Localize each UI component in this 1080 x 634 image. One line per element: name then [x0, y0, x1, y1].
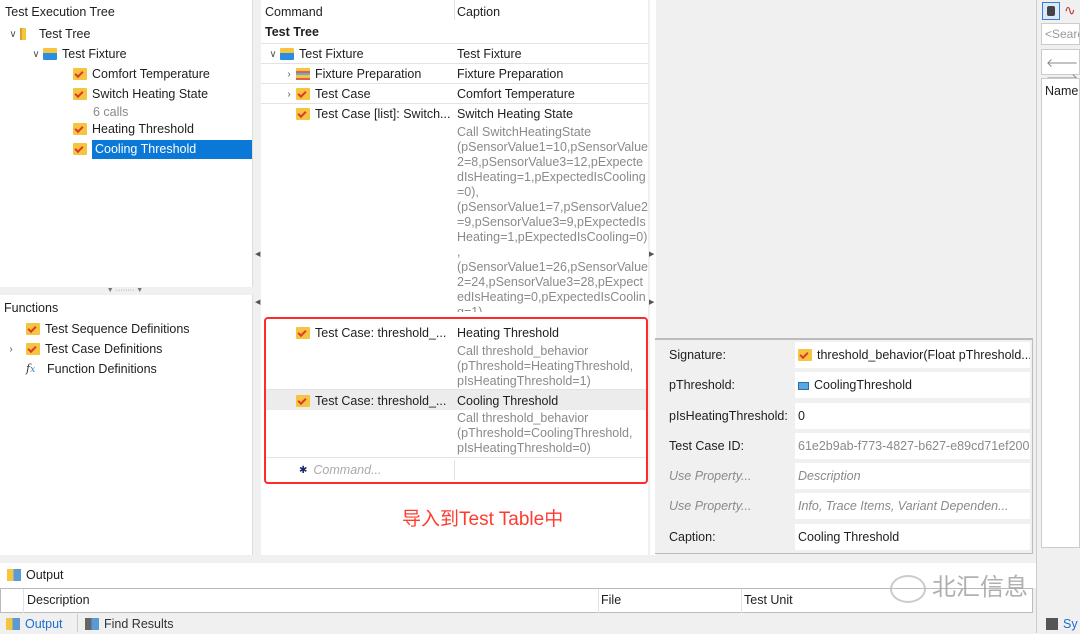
- output-title: Output: [26, 568, 64, 582]
- property-pisheatingthreshold: pIsHeatingThreshold: 0: [658, 402, 1030, 430]
- output-grid-header: Description File Test Unit: [0, 588, 1033, 613]
- execution-tree-title: Test Execution Tree: [5, 5, 115, 19]
- column-header-test-unit[interactable]: Test Unit: [744, 593, 793, 607]
- functions-item-test-sequence[interactable]: Test Sequence Definitions: [26, 319, 190, 339]
- test-case-list-icon: [296, 108, 310, 120]
- chevron-right-icon[interactable]: ›: [282, 69, 296, 80]
- wechat-icon: [890, 574, 926, 603]
- table-row-test-case[interactable]: › Test Case: [282, 84, 370, 104]
- caption-cell[interactable]: Fixture Preparation: [457, 64, 563, 84]
- chevron-right-icon[interactable]: ›: [4, 344, 18, 355]
- function-icon: fx: [26, 362, 36, 375]
- search-input[interactable]: <Search: [1041, 23, 1080, 45]
- property-caption: Caption: Cooling Threshold: [658, 523, 1030, 551]
- annotation-text: 导入到Test Table中: [402, 509, 564, 530]
- property-use-description: Use Property... Description: [658, 462, 1030, 490]
- functions-item-function-definitions[interactable]: fx Function Definitions: [26, 359, 157, 379]
- splitter-arrow-icon[interactable]: ◀: [255, 298, 260, 306]
- caption-cell[interactable]: Comfort Temperature: [457, 84, 575, 104]
- output-icon: [6, 618, 20, 630]
- fixture-preparation-icon: [296, 68, 310, 80]
- property-test-case-id: Test Case ID: 61e2b9ab-f773-4827-b627-e8…: [658, 432, 1030, 460]
- output-title-bar: Output: [0, 563, 1036, 588]
- table-row-test-fixture[interactable]: ∨ Test Fixture: [266, 44, 363, 64]
- table-row-test-case-list[interactable]: Test Case [list]: Switch...: [296, 104, 450, 124]
- tab-find-results[interactable]: Find Results: [85, 614, 173, 634]
- test-sequence-icon: [26, 323, 40, 335]
- functions-title: Functions: [4, 301, 59, 315]
- test-tree-icon: [20, 28, 34, 40]
- variable-icon: [798, 382, 809, 390]
- caption-cell[interactable]: Switch Heating State: [457, 104, 573, 124]
- chevron-down-icon[interactable]: ∨: [29, 49, 43, 60]
- tree-item-cooling-threshold[interactable]: Cooling Threshold: [73, 139, 252, 159]
- tree-item-comfort-temperature[interactable]: Comfort Temperature: [73, 64, 210, 84]
- splitter-handle[interactable]: ▼ ········ ▼: [95, 287, 155, 295]
- system-icon: [1046, 618, 1058, 630]
- tab-system[interactable]: Sy: [1046, 614, 1078, 634]
- name-column-header[interactable]: Name: [1041, 78, 1080, 548]
- chevron-down-icon[interactable]: ∨: [6, 29, 20, 40]
- test-case-icon: [73, 143, 87, 155]
- test-case-icon: [73, 68, 87, 80]
- tree-item-switch-heating-state[interactable]: Switch Heating State: [73, 84, 208, 104]
- caption-cell[interactable]: Test Fixture: [457, 44, 522, 64]
- column-header-caption[interactable]: Caption: [457, 5, 500, 19]
- tree-item-test-fixture[interactable]: ∨ Test Fixture: [29, 44, 126, 64]
- test-case-icon: [73, 123, 87, 135]
- table-row-fixture-preparation[interactable]: › Fixture Preparation: [282, 64, 421, 84]
- signal-icon[interactable]: ∿: [1064, 2, 1076, 19]
- tree-item-heating-threshold[interactable]: Heating Threshold: [73, 119, 194, 139]
- back-arrow-icon: 🡐: [1046, 56, 1079, 70]
- splitter-arrow-icon[interactable]: ▶: [649, 250, 654, 258]
- watermark: 北汇信息: [890, 567, 1028, 603]
- tree-item-test-tree[interactable]: ∨ Test Tree: [6, 24, 90, 44]
- group-title: Test Tree: [265, 25, 319, 39]
- splitter-arrow-icon[interactable]: ▶: [649, 298, 654, 306]
- column-header-file[interactable]: File: [601, 593, 621, 607]
- test-case-list-icon: [73, 88, 87, 100]
- property-use-info: Use Property... Info, Trace Items, Varia…: [658, 492, 1030, 520]
- property-signature: Signature: threshold_behavior(Float pThr…: [658, 341, 1030, 369]
- chevron-right-icon[interactable]: ›: [282, 89, 296, 100]
- test-fixture-icon: [43, 48, 57, 60]
- chevron-down-icon[interactable]: ∨: [266, 49, 280, 60]
- binoculars-icon: [85, 618, 99, 630]
- test-case-icon: [296, 88, 310, 100]
- database-icon[interactable]: [1042, 2, 1060, 20]
- execution-tree-panel: Test Execution Tree ∨ Test Tree ∨ Test F…: [0, 0, 253, 287]
- splitter-arrow-icon[interactable]: ◀: [255, 250, 260, 258]
- functions-panel: Functions Test Sequence Definitions › Te…: [0, 295, 253, 555]
- column-header-description[interactable]: Description: [27, 593, 90, 607]
- row-description: Call SwitchHeatingState (pSensorValue1=10…: [457, 125, 648, 312]
- column-header-command[interactable]: Command: [265, 5, 323, 19]
- nav-arrows[interactable]: 🡐 🡒: [1041, 49, 1080, 85]
- property-pthreshold: pThreshold: CoolingThreshold: [658, 371, 1030, 399]
- test-case-definitions-icon: [26, 343, 40, 355]
- highlight-box: [264, 317, 648, 484]
- functions-item-test-case-definitions[interactable]: › Test Case Definitions: [4, 339, 162, 359]
- test-case-icon: [798, 349, 812, 361]
- tab-output[interactable]: Output: [6, 614, 63, 634]
- test-fixture-icon: [280, 48, 294, 60]
- output-icon: [7, 569, 21, 581]
